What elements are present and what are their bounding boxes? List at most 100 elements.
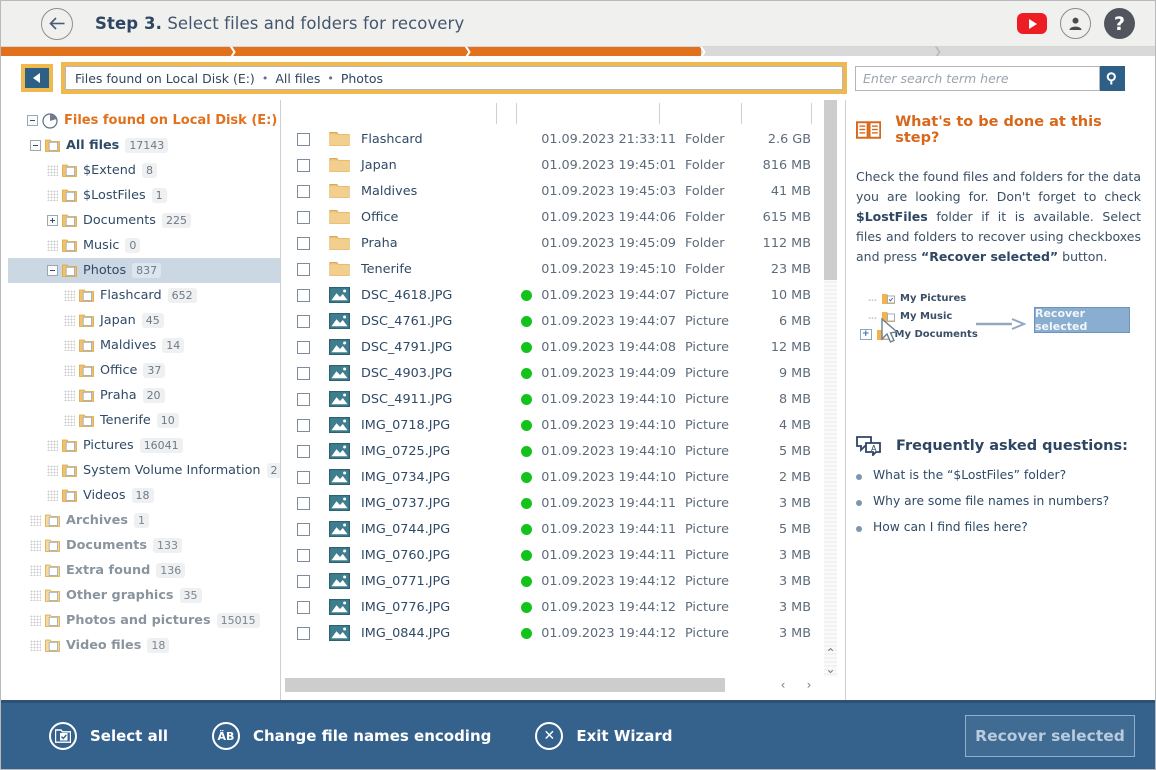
table-row[interactable]: Maldives 01.09.2023 19:45:03 Folder 41 MB <box>281 178 845 204</box>
tree-item-tenerife[interactable]: Tenerife 10 <box>5 408 280 433</box>
faq-link[interactable]: How can I find files here? <box>873 520 1028 534</box>
tree-item-extend[interactable]: $Extend 8 <box>5 158 280 183</box>
row-checkbox[interactable] <box>297 600 310 614</box>
breadcrumb-item-root[interactable]: Files found on Local Disk (E:) <box>75 71 255 86</box>
scroll-right-button[interactable]: › <box>801 678 817 692</box>
tree-item-praha[interactable]: Praha 20 <box>5 383 280 408</box>
table-row[interactable]: Praha 01.09.2023 19:45:09 Folder 112 MB <box>281 230 845 256</box>
column-divider[interactable] <box>659 103 660 124</box>
table-row[interactable]: DSC_4911.JPG 01.09.2023 19:44:10 Picture 8 … <box>281 386 845 412</box>
tree-item-pictures[interactable]: Pictures 16041 <box>5 433 280 458</box>
faq-link[interactable]: What is the “$LostFiles” folder? <box>873 468 1066 482</box>
tree-toggle-minus[interactable] <box>47 265 58 276</box>
exit-wizard-button[interactable]: ✕ Exit Wizard <box>535 722 673 750</box>
select-all-button[interactable]: Select all <box>49 722 168 750</box>
tree-toggle-plus[interactable] <box>47 215 58 226</box>
horizontal-scrollbar[interactable]: ‹ › <box>281 678 845 692</box>
table-row[interactable]: IMG_0771.JPG 01.09.2023 19:44:12 Picture 3 … <box>281 568 845 594</box>
search-box[interactable] <box>855 65 1100 91</box>
tree-item-office[interactable]: Office 37 <box>5 358 280 383</box>
table-row[interactable]: IMG_0734.JPG 01.09.2023 19:44:10 Picture 2 … <box>281 464 845 490</box>
navigate-back-button[interactable] <box>21 64 53 92</box>
folder-tree[interactable]: Files found on Local Disk (E:) All files… <box>1 100 281 702</box>
table-row[interactable]: IMG_0744.JPG 01.09.2023 19:44:11 Picture 5 … <box>281 516 845 542</box>
tree-item-music[interactable]: Music 0 <box>5 233 280 258</box>
table-row[interactable]: Tenerife 01.09.2023 19:45:10 Folder 23 MB <box>281 256 845 282</box>
row-checkbox[interactable] <box>297 366 310 380</box>
table-row[interactable]: DSC_4618.JPG 01.09.2023 19:44:07 Picture 10… <box>281 282 845 308</box>
tree-item-lostfiles[interactable]: $LostFiles 1 <box>5 183 280 208</box>
row-checkbox[interactable] <box>297 418 310 432</box>
tree-toggle-minus[interactable] <box>30 140 41 151</box>
scroll-up-button[interactable]: ⌃ <box>824 645 837 661</box>
row-checkbox[interactable] <box>297 626 310 640</box>
row-checkbox[interactable] <box>297 340 310 354</box>
column-divider[interactable] <box>496 103 497 124</box>
row-checkbox[interactable] <box>297 210 310 224</box>
tree-item-documents[interactable]: Documents 225 <box>5 208 280 233</box>
table-row[interactable]: IMG_0737.JPG 01.09.2023 19:44:11 Picture 3 … <box>281 490 845 516</box>
tree-item-other-graphics[interactable]: Other graphics 35 <box>5 583 280 608</box>
table-row[interactable]: IMG_0760.JPG 01.09.2023 19:44:11 Picture 3 … <box>281 542 845 568</box>
breadcrumb[interactable]: Files found on Local Disk (E:) • All fil… <box>65 66 843 90</box>
recover-selected-button[interactable]: Recover selected <box>965 715 1135 757</box>
tree-item-flashcard[interactable]: Flashcard 652 <box>5 283 280 308</box>
row-checkbox[interactable] <box>297 184 310 198</box>
table-row[interactable]: IMG_0844.JPG 01.09.2023 19:44:12 Picture 3 … <box>281 620 845 646</box>
change-encoding-button[interactable]: ÄB Change file names encoding <box>211 722 491 750</box>
column-divider[interactable] <box>516 103 517 124</box>
table-row[interactable]: IMG_0776.JPG 01.09.2023 19:44:12 Picture 3 … <box>281 594 845 620</box>
row-checkbox[interactable] <box>297 496 310 510</box>
tree-item-system-volume-information[interactable]: System Volume Information 2 <box>5 458 280 483</box>
faq-item[interactable]: What is the “$LostFiles” folder? <box>856 468 1155 482</box>
table-row[interactable]: Office 01.09.2023 19:44:06 Folder 615 MB <box>281 204 845 230</box>
user-account-icon[interactable] <box>1060 8 1091 39</box>
column-divider[interactable] <box>811 103 812 124</box>
tree-item-maldives[interactable]: Maldives 14 <box>5 333 280 358</box>
row-checkbox[interactable] <box>297 132 310 146</box>
breadcrumb-item-allfiles[interactable]: All files <box>275 71 320 86</box>
scroll-left-button[interactable]: ‹ <box>775 678 791 692</box>
illustration-recover-button[interactable]: Recover selected <box>1034 307 1130 333</box>
table-row[interactable]: Japan 01.09.2023 19:45:01 Folder 816 MB <box>281 152 845 178</box>
row-checkbox[interactable] <box>297 392 310 406</box>
table-row[interactable]: Flashcard 01.09.2023 21:33:11 Folder 2.6 GB <box>281 126 845 152</box>
youtube-icon[interactable] <box>1017 13 1047 34</box>
table-row[interactable]: IMG_0718.JPG 01.09.2023 19:44:10 Picture 4 … <box>281 412 845 438</box>
header-back-button[interactable] <box>41 7 73 40</box>
tree-item-japan[interactable]: Japan 45 <box>5 308 280 333</box>
table-row[interactable]: IMG_0725.JPG 01.09.2023 19:44:10 Picture 5 … <box>281 438 845 464</box>
tree-item-video-files[interactable]: Video files 18 <box>5 633 280 658</box>
tree-item-videos[interactable]: Videos 18 <box>5 483 280 508</box>
table-row[interactable]: DSC_4761.JPG 01.09.2023 19:44:07 Picture 6 … <box>281 308 845 334</box>
table-row[interactable]: DSC_4791.JPG 01.09.2023 19:44:08 Picture 12… <box>281 334 845 360</box>
file-list-panel[interactable]: Flashcard 01.09.2023 21:33:11 Folder 2.6 GB… <box>281 100 846 702</box>
tree-item-photos-and-pictures[interactable]: Photos and pictures 15015 <box>5 608 280 633</box>
row-checkbox[interactable] <box>297 288 310 302</box>
table-row[interactable]: DSC_4903.JPG 01.09.2023 19:44:09 Picture 9 … <box>281 360 845 386</box>
row-checkbox[interactable] <box>297 548 310 562</box>
faq-link[interactable]: Why are some file names in numbers? <box>873 494 1109 508</box>
row-checkbox[interactable] <box>297 314 310 328</box>
vscroll-thumb[interactable] <box>824 100 837 280</box>
tree-root-item[interactable]: Files found on Local Disk (E:) <box>5 108 280 133</box>
faq-item[interactable]: Why are some file names in numbers? <box>856 494 1155 508</box>
tree-toggle-minus[interactable] <box>27 115 38 126</box>
tree-item-extra-found[interactable]: Extra found 136 <box>5 558 280 583</box>
row-checkbox[interactable] <box>297 236 310 250</box>
breadcrumb-item-photos[interactable]: Photos <box>341 71 383 86</box>
row-checkbox[interactable] <box>297 470 310 484</box>
tree-item-archives[interactable]: Archives 1 <box>5 508 280 533</box>
search-input[interactable] <box>863 70 1099 86</box>
row-checkbox[interactable] <box>297 262 310 276</box>
tree-item-all-files[interactable]: All files 17143 <box>5 133 280 158</box>
row-checkbox[interactable] <box>297 158 310 172</box>
help-question-icon[interactable]: ? <box>1104 8 1135 39</box>
row-checkbox[interactable] <box>297 574 310 588</box>
vertical-scrollbar[interactable]: ⌃ ⌄ <box>824 100 837 677</box>
tree-item-photos[interactable]: Photos 837 <box>5 258 280 283</box>
hscroll-thumb[interactable] <box>285 678 725 692</box>
column-divider[interactable] <box>741 103 742 124</box>
faq-item[interactable]: How can I find files here? <box>856 520 1155 534</box>
search-button[interactable] <box>1100 65 1125 91</box>
